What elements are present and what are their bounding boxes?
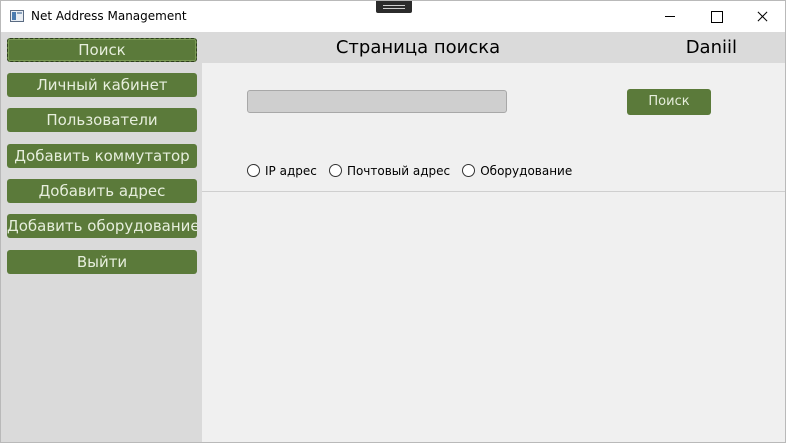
- radio-circle-icon[interactable]: [328, 164, 342, 177]
- sidebar-item-search[interactable]: Поиск: [7, 38, 197, 62]
- sidebar-item-add-switch[interactable]: Добавить коммутатор: [7, 144, 197, 168]
- radio-label: IP адрес: [265, 163, 317, 178]
- radio-circle-icon[interactable]: [462, 164, 476, 177]
- search-type-group: IP адрес Почтовый адрес Оборудование: [247, 159, 579, 178]
- search-button[interactable]: Поиск: [627, 89, 711, 115]
- sidebar-item-profile[interactable]: Личный кабинет: [7, 73, 197, 97]
- maximize-button[interactable]: [693, 1, 739, 32]
- sidebar-item-logout[interactable]: Выйти: [7, 250, 197, 274]
- close-button[interactable]: [739, 1, 785, 32]
- sidebar-item-users[interactable]: Пользователи: [7, 108, 197, 132]
- radio-equipment[interactable]: Оборудование: [462, 160, 572, 179]
- search-input[interactable]: [247, 90, 507, 113]
- radio-circle-icon[interactable]: [247, 164, 260, 177]
- sidebar-item-add-equipment[interactable]: Добавить оборудование: [7, 214, 197, 238]
- radio-label: Оборудование: [480, 163, 573, 178]
- sidebar: Поиск Личный кабинет Пользователи Добави…: [1, 32, 202, 442]
- window-title: Net Address Management: [31, 9, 187, 23]
- content-divider: [202, 191, 785, 192]
- radio-label: Почтовый адрес: [346, 163, 451, 178]
- radio-postal-address[interactable]: Почтовый адрес: [328, 160, 451, 179]
- minimize-button[interactable]: [647, 1, 693, 32]
- title-bar[interactable]: Net Address Management: [1, 1, 785, 32]
- radio-ip-address[interactable]: IP адрес: [247, 160, 317, 179]
- page-title: Страница поиска: [335, 37, 501, 58]
- sidebar-item-add-address[interactable]: Добавить адрес: [7, 179, 197, 203]
- app-window-icon: [10, 10, 24, 22]
- drag-handle-icon[interactable]: [376, 1, 412, 13]
- app-window: Net Address Management Страница поиска D…: [0, 0, 786, 443]
- username-label: Daniil: [685, 37, 737, 58]
- search-panel: Поиск IP адрес Почтовый адрес Оборудован…: [202, 63, 785, 442]
